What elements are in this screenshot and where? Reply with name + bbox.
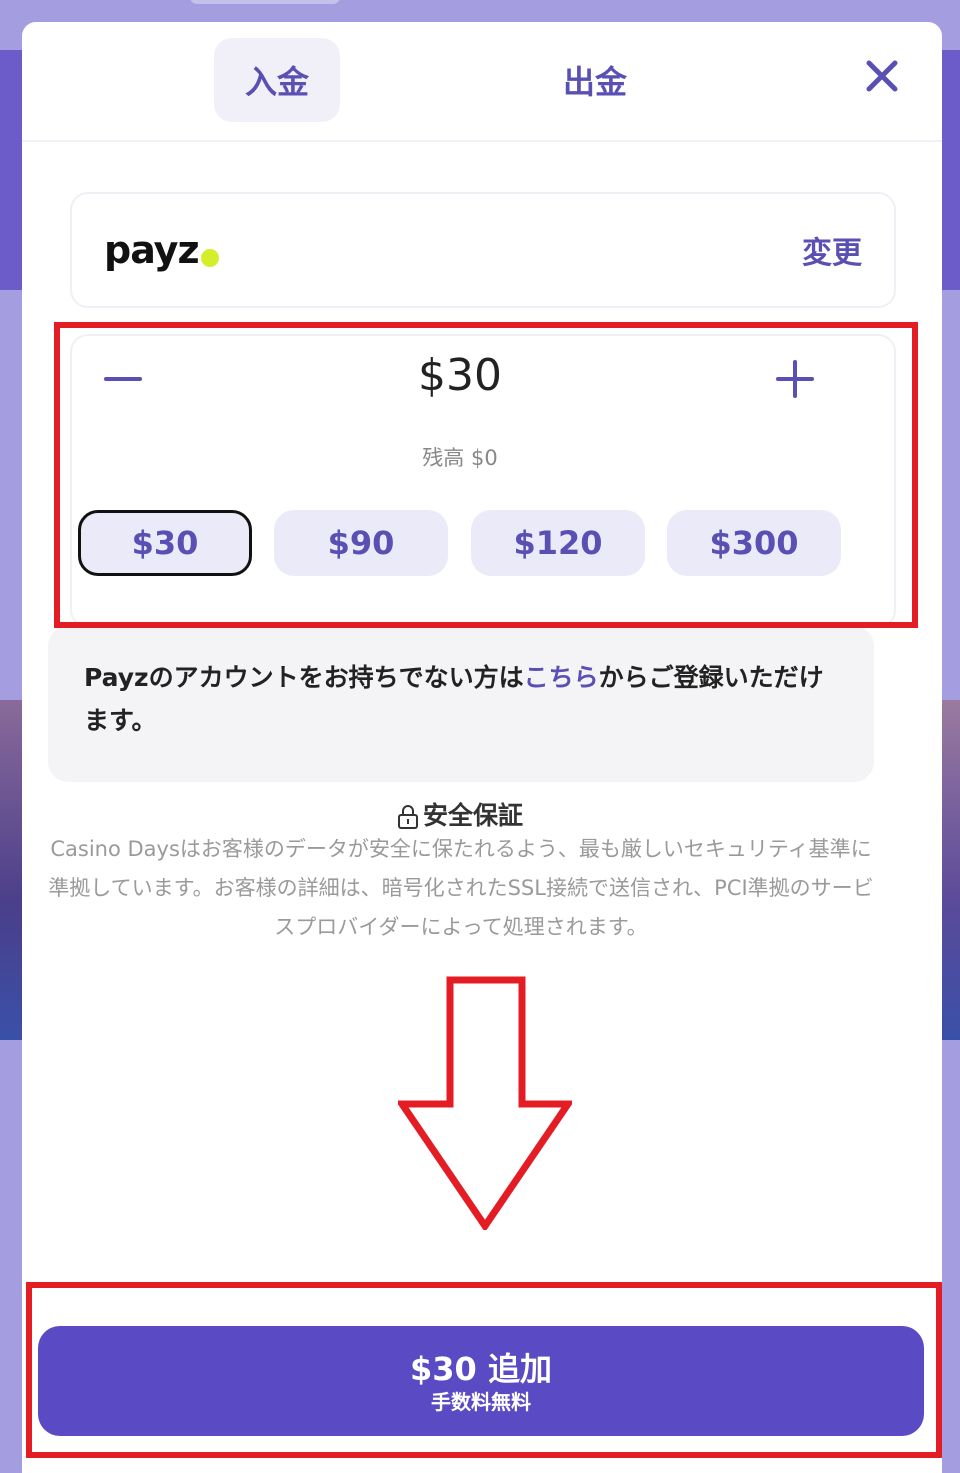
payment-method-card: payz 変更 (70, 192, 896, 308)
change-method-link[interactable]: 変更 (802, 228, 862, 272)
payz-logo: payz (104, 222, 219, 278)
highlight-box-amount (54, 322, 918, 628)
security-description: Casino Daysはお客様のデータが安全に保たれるよう、最も厳しいセキュリテ… (48, 837, 874, 939)
info-text: Payzのアカウントをお持ちでない方は (84, 663, 524, 692)
modal-header: 入金 出金 (22, 22, 942, 142)
background-banner-right (940, 50, 960, 290)
register-link[interactable]: こちら (524, 663, 599, 692)
close-icon[interactable] (860, 54, 904, 98)
security-title: 安全保証 (0, 796, 920, 832)
registration-info: Payzのアカウントをお持ちでない方はこちらからご登録いただけます。 (48, 626, 874, 782)
tab-withdraw[interactable]: 出金 (532, 38, 658, 122)
tab-deposit[interactable]: 入金 (214, 38, 340, 122)
background-game-card-right (942, 700, 960, 1040)
security-title-text: 安全保証 (422, 801, 523, 830)
highlight-box-button (26, 1282, 942, 1458)
payz-logo-dot (200, 249, 219, 267)
background-game-card-left (0, 700, 22, 1040)
lock-icon (397, 805, 418, 829)
arrow-down-icon (398, 976, 572, 1230)
background-banner-left (0, 50, 22, 290)
background-tab (190, 0, 340, 4)
payz-logo-text: payz (104, 228, 200, 272)
